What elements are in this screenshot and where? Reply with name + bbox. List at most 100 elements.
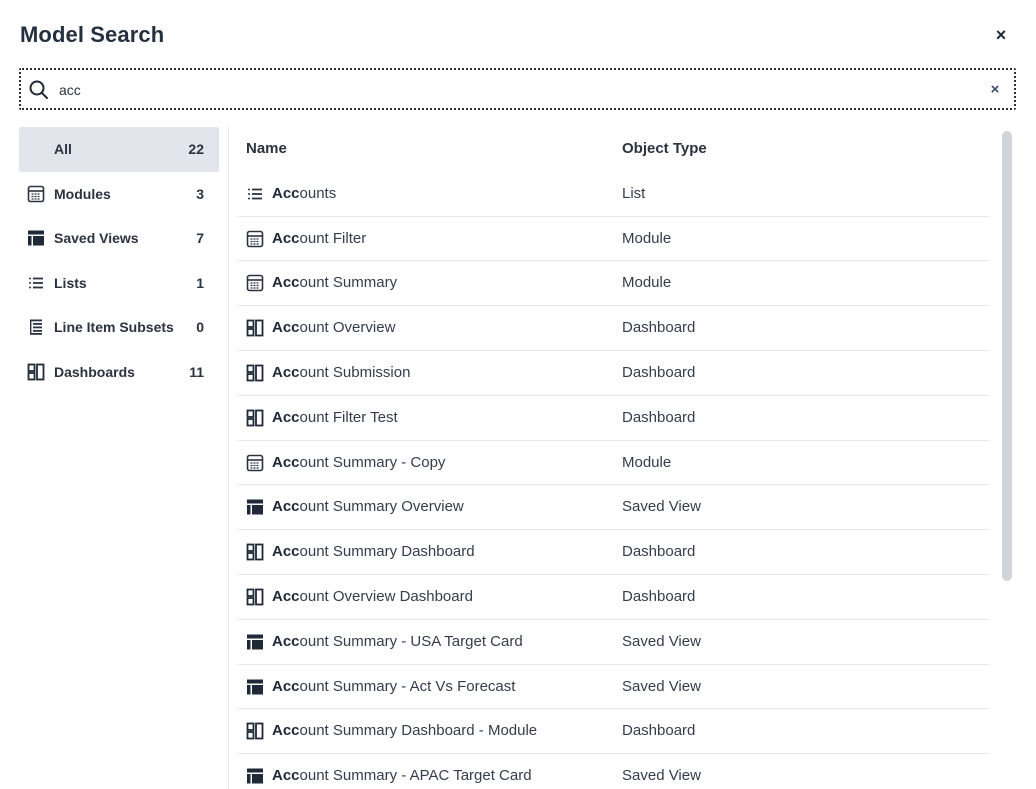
dashboard-icon (246, 543, 264, 561)
search-box[interactable]: × (19, 68, 1016, 110)
result-object-type: Saved View (622, 498, 701, 516)
result-object-type: Dashboard (622, 543, 696, 561)
result-name-match: Acc (272, 408, 300, 426)
result-name-rest: ount Summary - USA Target Card (299, 632, 523, 650)
table-row[interactable]: Account Summary Dashboard Dashboard (238, 530, 990, 575)
dashboard-icon (246, 588, 264, 606)
result-object-type: Dashboard (622, 587, 696, 605)
sidebar-item-label: Line Item Subsets (54, 319, 174, 336)
table-row[interactable]: Account Summary Overview Saved View (238, 485, 990, 531)
dashboard-icon (246, 364, 264, 382)
table-row[interactable]: Account Submission Dashboard (238, 351, 990, 396)
table-row[interactable]: Account Filter Module (238, 217, 990, 262)
result-name-rest: ount Summary - APAC Target Card (299, 767, 532, 785)
result-name: Account Overview (272, 319, 395, 336)
result-name-rest: ount Submission (299, 363, 411, 381)
result-name: Account Summary - USA Target Card (272, 633, 523, 650)
dialog-title: Model Search (20, 22, 165, 47)
result-object-type: Dashboard (622, 319, 696, 337)
sidebar-item-dashboards[interactable]: Dashboards 11 (19, 350, 219, 395)
close-dialog-button[interactable]: × (990, 24, 1012, 46)
column-header-object-type[interactable]: Object Type (622, 140, 707, 157)
table-row[interactable]: Accounts List (238, 172, 990, 217)
sidebar-item-label: Lists (54, 274, 87, 291)
table-header: Name Object Type (238, 127, 990, 172)
saved-view-icon (246, 767, 264, 785)
result-name: Account Overview Dashboard (272, 588, 473, 605)
result-object-type: Saved View (622, 632, 701, 650)
table-row[interactable]: Account Summary - Act Vs Forecast Saved V… (238, 665, 990, 710)
result-object-type: Saved View (622, 767, 701, 785)
result-name-match: Acc (272, 632, 300, 650)
result-name: Account Summary Overview (272, 498, 464, 515)
saved-view-icon (27, 229, 45, 247)
result-name: Account Summary - Act Vs Forecast (272, 678, 515, 695)
dashboard-icon (246, 722, 264, 740)
result-object-type: Module (622, 274, 672, 292)
sidebar-item-all[interactable]: All 22 (19, 127, 219, 172)
result-object-type: Dashboard (622, 363, 696, 381)
result-name: Account Summary - Copy (272, 454, 445, 471)
result-name-rest: ount Summary - Copy (299, 453, 446, 471)
sidebar-item-line-item-subsets[interactable]: Line Item Subsets 0 (19, 305, 219, 350)
table-row[interactable]: Account Overview Dashboard (238, 306, 990, 351)
saved-view-icon (246, 678, 264, 696)
result-object-type: Dashboard (622, 408, 696, 426)
result-name: Account Filter Test (272, 409, 398, 426)
clear-search-button[interactable]: × (986, 79, 1004, 101)
result-name-rest: ount Summary (299, 274, 398, 292)
filter-sidebar: All 22 Modules 3 Saved Views 7 Lists 1 Line Item… (19, 127, 219, 394)
result-name: Account Submission (272, 364, 410, 381)
module-icon (246, 274, 264, 292)
saved-view-icon (246, 498, 264, 516)
results-table: Name Object Type Accounts List Account Fil… (238, 127, 990, 789)
panel-divider (228, 127, 229, 789)
result-name-rest: ount Overview Dashboard (299, 587, 473, 605)
sidebar-item-count: 22 (188, 141, 204, 158)
table-row[interactable]: Account Summary - Copy Module (238, 441, 990, 486)
scrollbar-thumb[interactable] (1002, 131, 1012, 581)
result-name-match: Acc (272, 274, 300, 292)
result-name-match: Acc (272, 453, 300, 471)
dashboard-icon (246, 409, 264, 427)
result-name-match: Acc (272, 543, 300, 561)
result-name-match: Acc (272, 229, 300, 247)
list-icon (27, 274, 45, 292)
table-row[interactable]: Account Summary - APAC Target Card Saved … (238, 754, 990, 789)
sidebar-item-saved-views[interactable]: Saved Views 7 (19, 216, 219, 261)
sidebar-item-count: 0 (196, 319, 204, 336)
module-icon (246, 230, 264, 248)
sidebar-item-count: 1 (196, 274, 204, 291)
result-name: Accounts (272, 185, 336, 202)
sidebar-item-label: Modules (54, 185, 111, 202)
sidebar-item-label: Saved Views (54, 230, 139, 247)
result-name-rest: ounts (299, 184, 337, 202)
result-name-rest: ount Summary Overview (299, 498, 464, 516)
sidebar-item-count: 11 (189, 363, 204, 380)
sidebar-item-count: 7 (196, 230, 204, 247)
sidebar-item-lists[interactable]: Lists 1 (19, 261, 219, 306)
sidebar-item-label: Dashboards (54, 363, 135, 380)
result-object-type: Saved View (622, 677, 701, 695)
sidebar-item-modules[interactable]: Modules 3 (19, 172, 219, 217)
table-row[interactable]: Account Summary Dashboard - Module Dashbo… (238, 709, 990, 755)
search-icon (28, 79, 50, 101)
result-object-type: Module (622, 453, 672, 471)
table-row[interactable]: Account Summary - USA Target Card Saved V… (238, 620, 990, 665)
dashboard-icon (246, 319, 264, 337)
result-name: Account Summary Dashboard - Module (272, 722, 537, 739)
result-object-type: List (622, 184, 646, 202)
table-row[interactable]: Account Filter Test Dashboard (238, 396, 990, 441)
result-name: Account Summary - APAC Target Card (272, 767, 532, 784)
result-name-match: Acc (272, 722, 300, 740)
table-row[interactable]: Account Overview Dashboard Dashboard (238, 575, 990, 620)
table-row[interactable]: Account Summary Module (238, 261, 990, 307)
line-item-subset-icon (27, 318, 45, 336)
result-name-rest: ount Filter Test (299, 408, 398, 426)
result-name-match: Acc (272, 587, 300, 605)
result-name-match: Acc (272, 498, 300, 516)
column-header-name[interactable]: Name (246, 140, 287, 157)
search-input[interactable] (59, 79, 959, 101)
result-name: Account Filter (272, 230, 366, 247)
sidebar-item-count: 3 (196, 185, 204, 202)
